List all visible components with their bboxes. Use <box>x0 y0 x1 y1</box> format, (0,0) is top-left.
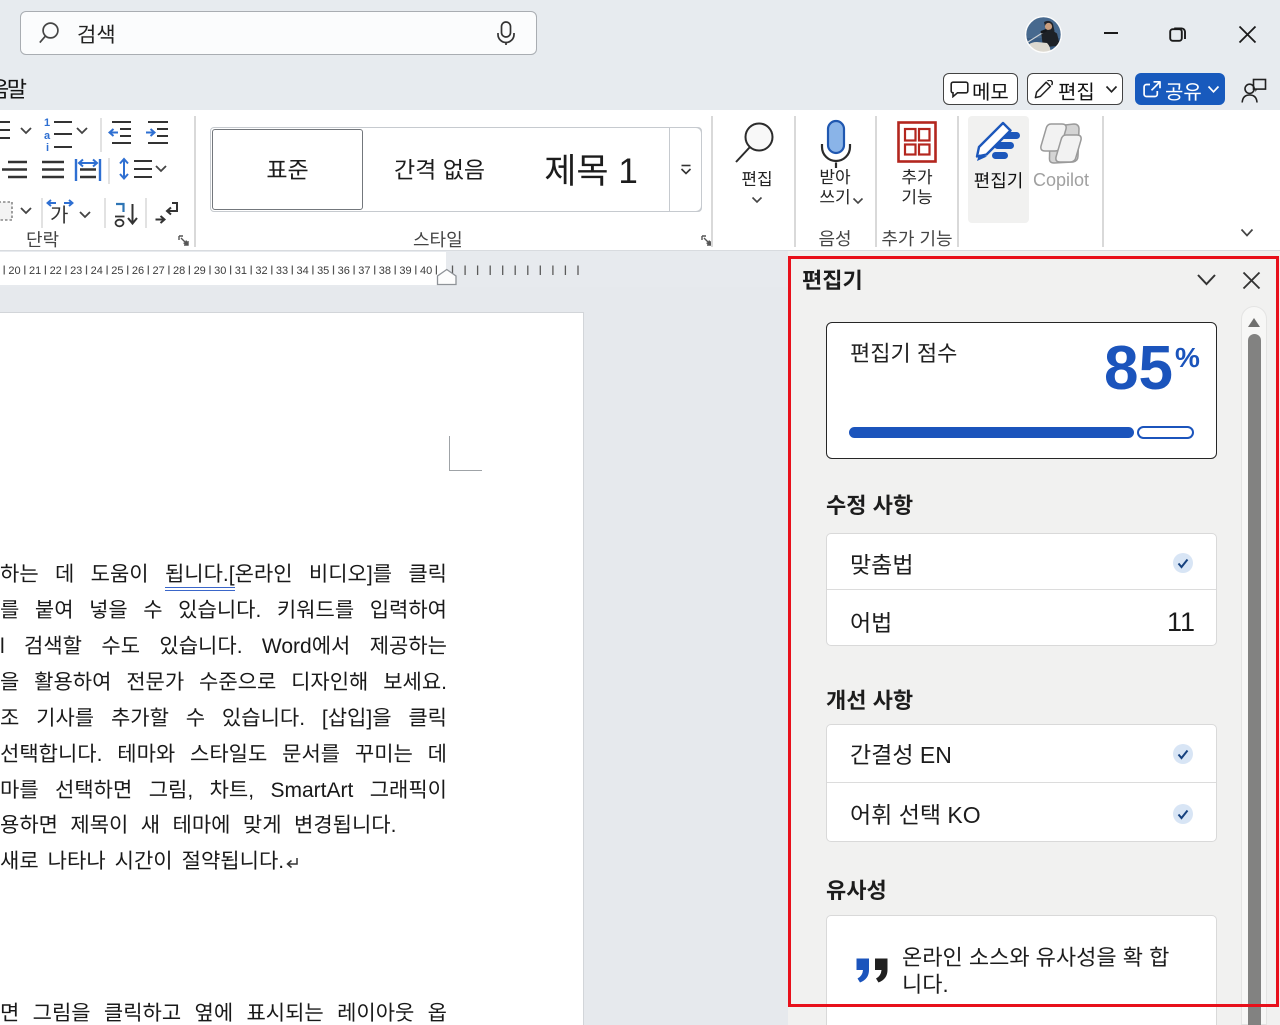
svg-text:20: 20 <box>8 265 20 277</box>
svg-text:25: 25 <box>111 265 123 277</box>
svg-text:33: 33 <box>276 265 288 277</box>
svg-text:24: 24 <box>91 265 103 277</box>
svg-text:34: 34 <box>296 265 308 277</box>
svg-text:29: 29 <box>194 265 206 277</box>
svg-text:21: 21 <box>29 265 41 277</box>
svg-text:38: 38 <box>379 265 391 277</box>
svg-text:32: 32 <box>255 265 267 277</box>
svg-text:36: 36 <box>338 265 350 277</box>
svg-text:39: 39 <box>399 265 411 277</box>
svg-text:22: 22 <box>50 265 62 277</box>
svg-text:31: 31 <box>235 265 247 277</box>
svg-text:28: 28 <box>173 265 185 277</box>
svg-text:37: 37 <box>358 265 370 277</box>
svg-text:26: 26 <box>132 265 144 277</box>
svg-text:23: 23 <box>70 265 82 277</box>
svg-text:30: 30 <box>214 265 226 277</box>
svg-text:35: 35 <box>317 265 329 277</box>
svg-text:40: 40 <box>420 265 432 277</box>
svg-text:27: 27 <box>152 265 164 277</box>
